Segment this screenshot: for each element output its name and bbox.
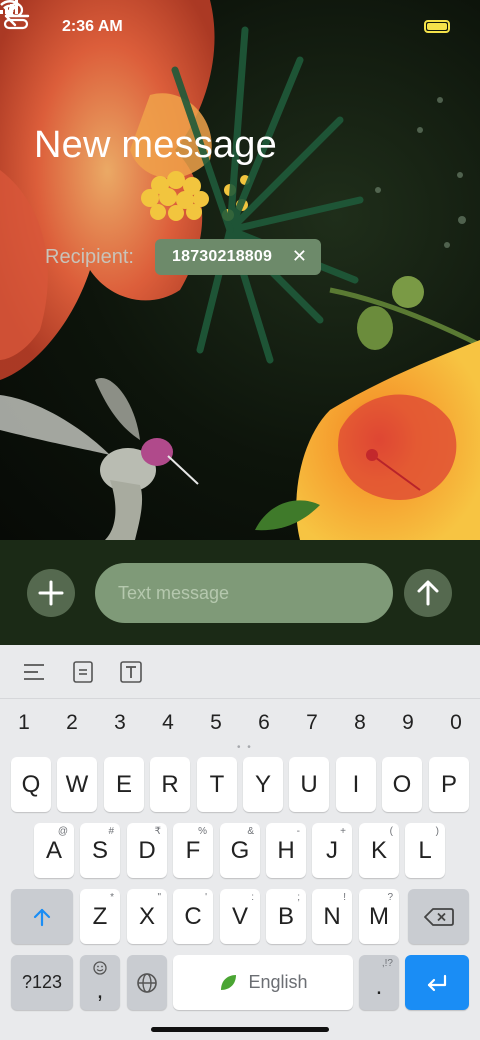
key-e[interactable]: E bbox=[104, 757, 144, 812]
recipient-number: 18730218809 bbox=[172, 248, 273, 265]
key-3[interactable]: 3 bbox=[108, 711, 132, 735]
key-c[interactable]: ' C bbox=[173, 889, 213, 944]
key-i[interactable]: I bbox=[336, 757, 376, 812]
key-o[interactable]: O bbox=[382, 757, 422, 812]
keyboard: 1 2 3 4 5 6 7 8 9 0 • • Q W E R T Y U I … bbox=[0, 645, 480, 1040]
key-s[interactable]: # S bbox=[80, 823, 120, 878]
plus-icon bbox=[38, 580, 64, 606]
add-attachment-button[interactable] bbox=[27, 569, 75, 617]
key-q[interactable]: Q bbox=[11, 757, 51, 812]
wallpaper: 2:36 AM New message Recipient: 187302188… bbox=[0, 0, 480, 540]
clipboard-icon[interactable] bbox=[71, 660, 95, 684]
period-key[interactable]: ,!? . bbox=[359, 955, 399, 1010]
message-placeholder: Text message bbox=[118, 582, 230, 603]
key-t[interactable]: T bbox=[197, 757, 237, 812]
key-l[interactable]: ) L bbox=[405, 823, 445, 878]
key-9[interactable]: 9 bbox=[396, 711, 420, 735]
key-0[interactable]: 0 bbox=[444, 711, 468, 735]
keyboard-toolbar bbox=[0, 645, 480, 699]
globe-icon bbox=[137, 972, 157, 993]
key-1[interactable]: 1 bbox=[12, 711, 36, 735]
shift-key[interactable] bbox=[11, 889, 73, 944]
page-title: New message bbox=[34, 124, 277, 166]
key-m[interactable]: ? M bbox=[359, 889, 399, 944]
emoji-icon bbox=[93, 961, 107, 975]
key-5[interactable]: 5 bbox=[204, 711, 228, 735]
key-7[interactable]: 7 bbox=[300, 711, 324, 735]
battery-icon bbox=[424, 20, 450, 33]
key-g[interactable]: & G bbox=[220, 823, 260, 878]
compose-bar: Text message bbox=[0, 540, 480, 645]
key-n[interactable]: ! N bbox=[312, 889, 352, 944]
key-k[interactable]: (K bbox=[359, 823, 399, 878]
key-h[interactable]: -H bbox=[266, 823, 306, 878]
backspace-key[interactable] bbox=[408, 889, 469, 944]
backspace-icon bbox=[423, 907, 454, 926]
recipient-chip[interactable]: 18730218809 ✕ bbox=[155, 239, 321, 275]
space-label: English bbox=[248, 972, 308, 992]
symbols-key[interactable]: ?123 bbox=[11, 955, 73, 1010]
language-key[interactable] bbox=[127, 955, 167, 1010]
remove-recipient-icon[interactable]: ✕ bbox=[292, 247, 307, 265]
leaf-icon bbox=[221, 974, 237, 990]
person-icon[interactable] bbox=[0, 0, 32, 32]
status-time: 2:36 AM bbox=[62, 18, 123, 35]
status-bar: 2:36 AM bbox=[0, 0, 480, 56]
key-8[interactable]: 8 bbox=[348, 711, 372, 735]
arrow-up-icon bbox=[417, 580, 439, 606]
key-x[interactable]: " X bbox=[127, 889, 167, 944]
emoji-comma-key[interactable]: , bbox=[80, 955, 120, 1010]
space-key[interactable]: English bbox=[173, 955, 353, 1010]
key-r[interactable]: R bbox=[150, 757, 190, 812]
key-b[interactable]: ; B bbox=[266, 889, 306, 944]
shift-arrow-icon bbox=[33, 908, 51, 926]
key-w[interactable]: W bbox=[57, 757, 97, 812]
key-a[interactable]: @ A bbox=[34, 823, 74, 878]
message-input[interactable]: Text message bbox=[95, 563, 393, 623]
key-p[interactable]: P bbox=[429, 757, 469, 812]
home-indicator[interactable] bbox=[151, 1027, 329, 1032]
recipient-label: Recipient: bbox=[45, 246, 134, 268]
page-indicator: • • bbox=[237, 742, 253, 753]
key-d[interactable]: ₹ D bbox=[127, 823, 167, 878]
key-4[interactable]: 4 bbox=[156, 711, 180, 735]
number-row: 1 2 3 4 5 6 7 8 9 0 bbox=[0, 707, 480, 739]
comma-label: , bbox=[96, 976, 104, 1004]
menu-lines-icon[interactable] bbox=[22, 660, 46, 684]
enter-key[interactable] bbox=[405, 955, 469, 1010]
key-u[interactable]: U bbox=[289, 757, 329, 812]
key-6[interactable]: 6 bbox=[252, 711, 276, 735]
key-j[interactable]: + J bbox=[312, 823, 352, 878]
send-button[interactable] bbox=[404, 569, 452, 617]
key-z[interactable]: * Z bbox=[80, 889, 120, 944]
enter-icon bbox=[427, 974, 447, 991]
key-v[interactable]: :V bbox=[220, 889, 260, 944]
key-y[interactable]: Y bbox=[243, 757, 283, 812]
key-2[interactable]: 2 bbox=[60, 711, 84, 735]
text-format-icon[interactable] bbox=[119, 660, 143, 684]
key-f[interactable]: % F bbox=[173, 823, 213, 878]
